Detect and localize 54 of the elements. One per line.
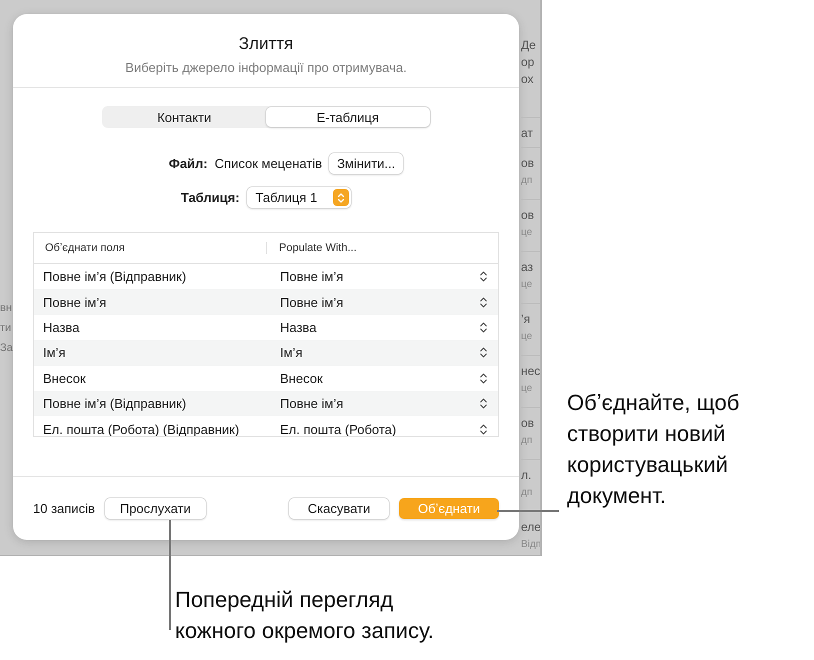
background-text: Де <box>521 37 537 54</box>
background-text: ор <box>521 54 536 71</box>
background-text: л. <box>521 467 532 484</box>
callout-text: Попередній перегляд кожного окремого запису. <box>175 586 434 645</box>
callout-text: Обʼєднайте, щоб створити новий користувацький документ. <box>567 389 740 510</box>
background-text: це <box>521 382 534 396</box>
background-text: ов <box>521 415 536 432</box>
populate-select[interactable]: Внесок <box>270 366 498 391</box>
background-text: вн <box>0 302 13 314</box>
dialog-title: Злиття <box>238 34 294 54</box>
background-text: Відп <box>521 538 540 552</box>
change-button[interactable]: Змінити... <box>329 153 404 174</box>
populate-select[interactable]: Назва <box>270 314 498 340</box>
source-tab[interactable]: Контакти <box>102 107 266 127</box>
dialog-subtitle: Виберіть джерело інформації про отримувача. <box>125 60 407 75</box>
background-text: це <box>521 278 534 292</box>
table-cell-text: Ім’я <box>42 345 66 360</box>
background-text: ’я <box>521 311 532 328</box>
background-text: це <box>521 226 534 240</box>
record-count: 10 записів <box>33 501 95 516</box>
background-text: За <box>0 342 13 354</box>
table-cell-text: Повне ім’я <box>42 294 108 310</box>
populate-select[interactable]: Ім’я <box>270 340 498 366</box>
footer-button[interactable]: Скасувати <box>289 498 389 519</box>
table-label: Таблиця: <box>180 190 240 205</box>
table-cell-text: Назва <box>42 320 80 335</box>
stepper-icon <box>333 189 350 206</box>
footer-button[interactable]: Прослухати <box>104 498 206 519</box>
background-text: це <box>521 330 534 344</box>
table-cell-text: Повне ім’я (Відправник) <box>42 269 188 284</box>
populate-select[interactable]: Повне ім’я <box>270 264 498 290</box>
file-name: Список меценатів <box>214 156 322 171</box>
background-text: дп <box>521 434 534 448</box>
table-cell-text: Повне ім’я (Відправник) <box>42 396 188 412</box>
table-popup[interactable]: Таблиця 1 <box>246 187 352 208</box>
background-text: нес <box>521 363 540 380</box>
populate-select[interactable]: Ел. пошта (Робота) <box>270 416 498 436</box>
column-header: Populate With... <box>266 242 498 254</box>
background-text: дп <box>521 174 534 188</box>
source-tab[interactable]: Е-таблиця <box>266 107 430 127</box>
populate-select[interactable]: Повне ім’я <box>270 390 498 416</box>
background-text: ов <box>521 207 536 224</box>
background-text: ох <box>521 71 535 88</box>
file-label: Файл: <box>168 156 208 171</box>
column-header: Обʼєднати поля <box>44 242 126 254</box>
background-text: ти <box>0 322 12 334</box>
leader-line <box>497 510 559 512</box>
background-text: аз <box>521 259 534 276</box>
background-text: дп <box>521 486 534 500</box>
populate-select[interactable]: Повне ім’я <box>270 289 498 315</box>
background-text: ов <box>521 155 536 172</box>
background-text: ат <box>521 125 534 142</box>
table-cell-text: Ел. пошта (Робота) (Відправник) <box>42 422 240 436</box>
table-cell-text: Внесок <box>42 370 87 386</box>
